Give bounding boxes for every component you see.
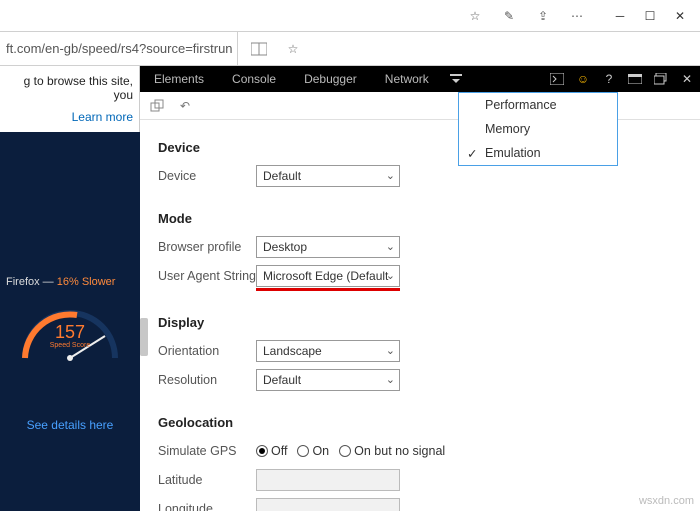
chevron-down-icon: ⌄: [386, 240, 395, 253]
chevron-down-icon: ⌄: [386, 169, 395, 182]
label-browser-profile: Browser profile: [158, 240, 256, 254]
select-orientation[interactable]: Landscape⌄: [256, 340, 400, 362]
tab-elements[interactable]: Elements: [140, 66, 218, 92]
label-resolution: Resolution: [158, 373, 256, 387]
radio-gps-off[interactable]: Off: [256, 444, 287, 458]
label-longitude: Longitude: [158, 502, 256, 511]
devtools-tabstrip: Elements Console Debugger Network ☺ ? ✕: [140, 66, 700, 92]
section-display-heading: Display: [158, 315, 682, 330]
label-simulate-gps: Simulate GPS: [158, 444, 256, 458]
tab-overflow-button[interactable]: [443, 66, 469, 92]
close-devtools-icon[interactable]: ✕: [674, 72, 700, 86]
notes-icon[interactable]: ✎: [498, 5, 520, 27]
menu-item-performance[interactable]: Performance: [459, 93, 617, 117]
input-longitude[interactable]: [256, 498, 400, 511]
maximize-button[interactable]: ☐: [636, 5, 664, 27]
scrollbar-grip[interactable]: [140, 318, 148, 356]
minimize-button[interactable]: ─: [606, 5, 634, 27]
label-orientation: Orientation: [158, 344, 256, 358]
page-content-pane: g to browse this site, you Learn more Fi…: [0, 66, 140, 511]
learn-more-link[interactable]: Learn more: [0, 106, 139, 132]
menu-item-memory[interactable]: Memory: [459, 117, 617, 141]
see-details-link[interactable]: See details here: [0, 378, 140, 432]
input-latitude[interactable]: [256, 469, 400, 491]
chevron-down-icon: ⌄: [386, 269, 395, 282]
gauge-value: 157: [15, 322, 125, 343]
address-bar[interactable]: ft.com/en-gb/speed/rs4?source=firstrun: [0, 32, 238, 66]
console-toggle-icon[interactable]: [544, 73, 570, 85]
favorites-icon[interactable]: ☆: [464, 5, 486, 27]
dock-icon[interactable]: [622, 74, 648, 84]
browser-top-chrome: ☆ ✎ ⇪ ⋯ ─ ☐ ✕: [0, 0, 700, 32]
more-icon[interactable]: ⋯: [566, 5, 588, 27]
select-resolution[interactable]: Default⌄: [256, 369, 400, 391]
gauge-label: Speed Score: [15, 342, 125, 349]
section-mode-heading: Mode: [158, 211, 682, 226]
consent-text: g to browse this site, you: [0, 66, 139, 106]
address-row: ft.com/en-gb/speed/rs4?source=firstrun ☆: [0, 32, 700, 66]
persist-icon[interactable]: [148, 97, 166, 115]
share-icon[interactable]: ⇪: [532, 5, 554, 27]
radio-gps-on[interactable]: On: [297, 444, 329, 458]
reading-view-icon[interactable]: [248, 38, 270, 60]
feedback-icon[interactable]: ☺: [570, 72, 596, 86]
tab-debugger[interactable]: Debugger: [290, 66, 371, 92]
emulation-body: Device Device Default⌄ Mode Browser prof…: [140, 120, 700, 511]
undock-icon[interactable]: [648, 73, 674, 85]
help-icon[interactable]: ?: [596, 72, 622, 86]
label-device: Device: [158, 169, 256, 183]
speed-promo-panel: Firefox — 16% Slower 157 Speed Score See…: [0, 132, 140, 511]
url-text: ft.com/en-gb/speed/rs4?source=firstrun: [6, 41, 233, 56]
select-device[interactable]: Default⌄: [256, 165, 400, 187]
reset-icon[interactable]: ↶: [176, 97, 194, 115]
select-user-agent[interactable]: Microsoft Edge (Default⌄: [256, 265, 400, 287]
menu-item-emulation[interactable]: Emulation: [459, 141, 617, 165]
close-window-button[interactable]: ✕: [666, 5, 694, 27]
radio-gps-on-no-signal[interactable]: On but no signal: [339, 444, 445, 458]
tab-network[interactable]: Network: [371, 66, 443, 92]
section-geolocation-heading: Geolocation: [158, 415, 682, 430]
speed-gauge: 157 Speed Score: [15, 298, 125, 368]
tab-console[interactable]: Console: [218, 66, 290, 92]
watermark: wsxdn.com: [639, 495, 694, 507]
competitor-line: Firefox — 16% Slower: [0, 272, 140, 292]
chevron-down-icon: ⌄: [386, 373, 395, 386]
select-browser-profile[interactable]: Desktop⌄: [256, 236, 400, 258]
overflow-menu: Performance Memory Emulation: [458, 92, 618, 166]
label-latitude: Latitude: [158, 473, 256, 487]
favorite-star-icon[interactable]: ☆: [282, 38, 304, 60]
label-user-agent: User Agent String: [158, 269, 256, 283]
chevron-down-icon: ⌄: [386, 344, 395, 357]
devtools-pane: Elements Console Debugger Network ☺ ? ✕ …: [140, 66, 700, 511]
